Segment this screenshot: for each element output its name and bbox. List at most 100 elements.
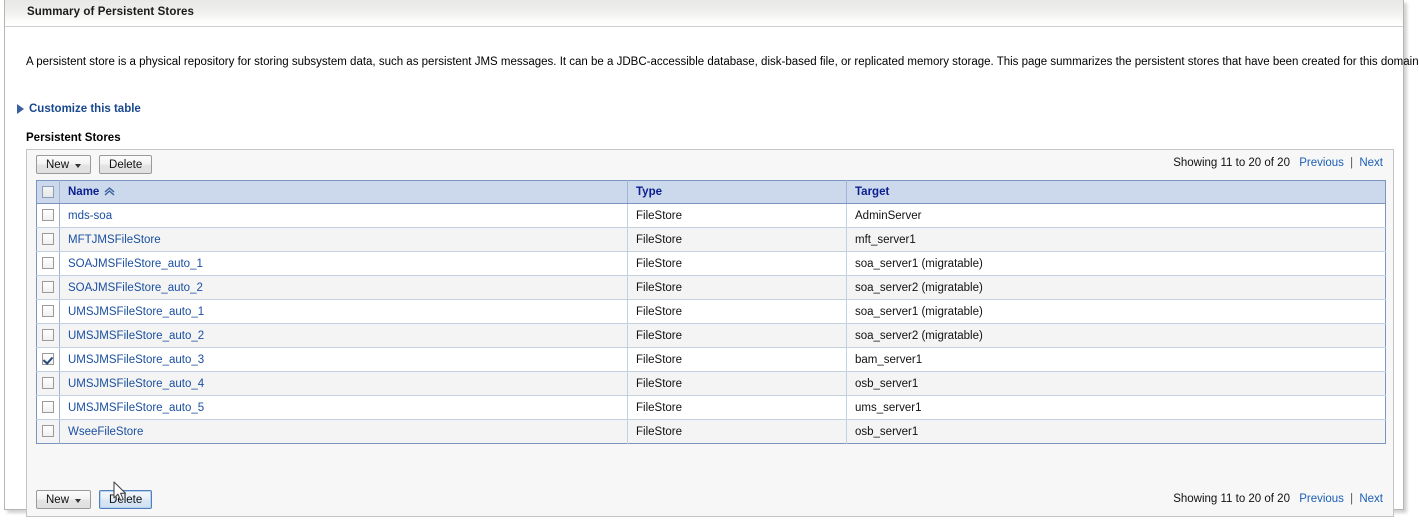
column-header-name[interactable]: Name: [59, 180, 628, 204]
cell-target: soa_server2 (migratable): [846, 275, 1386, 300]
cell-type: FileStore: [627, 323, 847, 348]
table-header-row: Name Type Target: [36, 180, 1386, 204]
store-name-link[interactable]: mds-soa: [68, 210, 112, 222]
bottom-toolbar: New Delete Showing 11 to 20 of 20 Previo…: [27, 484, 1393, 516]
pagination-separator-bottom: |: [1350, 493, 1354, 505]
row-select-cell: [36, 299, 60, 324]
persistent-stores-table: Name Type Target mds-soa FileStore AdminSe…: [36, 180, 1386, 444]
row-select-checkbox[interactable]: [42, 233, 54, 246]
store-name-link[interactable]: UMSJMSFileStore_auto_3: [68, 354, 204, 366]
row-select-cell: [36, 347, 60, 372]
store-name-link[interactable]: UMSJMSFileStore_auto_2: [68, 330, 204, 342]
select-all-header-cell: [36, 180, 60, 204]
column-header-type-label: Type: [636, 186, 662, 198]
column-header-target-label: Target: [855, 186, 890, 198]
customize-this-table-label[interactable]: Customize this table: [29, 103, 141, 115]
cell-target: soa_server1 (migratable): [846, 251, 1386, 276]
table-row: WseeFileStore FileStore osb_server1: [36, 419, 1386, 444]
next-link-top[interactable]: Next: [1359, 157, 1383, 169]
column-header-name-label: Name: [68, 186, 100, 198]
store-name-link[interactable]: SOAJMSFileStore_auto_1: [68, 258, 203, 270]
pagination-count-top: Showing 11 to 20 of 20: [1173, 157, 1290, 169]
cell-target: mft_server1: [846, 227, 1386, 252]
new-button-bottom-label: New: [46, 493, 70, 506]
window-titlebar: Summary of Persistent Stores: [5, 0, 1403, 27]
new-button-top-label: New: [46, 158, 70, 171]
cell-name: UMSJMSFileStore_auto_2: [59, 323, 628, 348]
column-header-type[interactable]: Type: [627, 180, 847, 204]
table-row: mds-soa FileStore AdminServer: [36, 203, 1386, 228]
table-body: mds-soa FileStore AdminServer MFTJMSFileSto…: [36, 203, 1386, 444]
row-select-checkbox[interactable]: [42, 425, 54, 438]
cell-type: FileStore: [627, 275, 847, 300]
row-select-checkbox[interactable]: [42, 257, 54, 270]
column-header-target[interactable]: Target: [846, 180, 1386, 204]
row-select-checkbox[interactable]: [42, 353, 54, 366]
pagination-count-bottom: Showing 11 to 20 of 20: [1173, 493, 1290, 505]
chevron-down-icon: [75, 163, 82, 168]
page-content: A persistent store is a physical reposit…: [5, 27, 1419, 517]
store-name-link[interactable]: UMSJMSFileStore_auto_1: [68, 306, 204, 318]
sort-ascending-icon: [104, 187, 115, 196]
store-name-link[interactable]: WseeFileStore: [68, 426, 143, 438]
store-name-link[interactable]: MFTJMSFileStore: [68, 234, 161, 246]
row-select-cell: [36, 275, 60, 300]
cell-target: soa_server2 (migratable): [846, 323, 1386, 348]
store-name-link[interactable]: UMSJMSFileStore_auto_5: [68, 402, 204, 414]
bottom-toolbar-buttons: New Delete: [36, 490, 153, 509]
delete-button-bottom[interactable]: Delete: [99, 490, 153, 509]
table-row: UMSJMSFileStore_auto_2 FileStore soa_serve…: [36, 323, 1386, 348]
delete-button-top[interactable]: Delete: [99, 155, 153, 174]
row-select-checkbox[interactable]: [42, 401, 54, 414]
pagination-separator-top: |: [1350, 157, 1354, 169]
new-button-bottom[interactable]: New: [36, 490, 92, 509]
intro-description: A persistent store is a physical reposit…: [26, 56, 1419, 68]
table-row: UMSJMSFileStore_auto_1 FileStore soa_serve…: [36, 299, 1386, 324]
cell-target: AdminServer: [846, 203, 1386, 228]
persistent-stores-window: Summary of Persistent Stores A persisten…: [4, 0, 1419, 517]
cell-name: MFTJMSFileStore: [59, 227, 628, 252]
delete-button-top-label: Delete: [109, 158, 143, 171]
table-row: MFTJMSFileStore FileStore mft_server1: [36, 227, 1386, 252]
previous-link-top[interactable]: Previous: [1299, 157, 1344, 169]
pagination-bottom: Showing 11 to 20 of 20 Previous | Next: [1173, 493, 1383, 505]
row-select-checkbox[interactable]: [42, 281, 54, 294]
row-select-cell: [36, 203, 60, 228]
table-row: UMSJMSFileStore_auto_3 FileStore bam_serve…: [36, 347, 1386, 372]
cell-target: ums_server1: [846, 395, 1386, 420]
store-name-link[interactable]: SOAJMSFileStore_auto_2: [68, 282, 203, 294]
cell-name: UMSJMSFileStore_auto_1: [59, 299, 628, 324]
cell-target: osb_server1: [846, 371, 1386, 396]
customize-this-table-toggle[interactable]: Customize this table: [17, 101, 141, 117]
delete-button-bottom-label: Delete: [109, 493, 143, 506]
cell-type: FileStore: [627, 371, 847, 396]
cell-name: UMSJMSFileStore_auto_4: [59, 371, 628, 396]
cell-type: FileStore: [627, 419, 847, 444]
cell-type: FileStore: [627, 347, 847, 372]
next-link-bottom[interactable]: Next: [1359, 493, 1383, 505]
table-row: SOAJMSFileStore_auto_1 FileStore soa_serve…: [36, 251, 1386, 276]
cell-name: UMSJMSFileStore_auto_5: [59, 395, 628, 420]
row-select-checkbox[interactable]: [42, 305, 54, 318]
row-select-checkbox[interactable]: [42, 377, 54, 390]
row-select-cell: [36, 323, 60, 348]
data-table-wrapper: Name Type Target mds-soa FileStore AdminSe…: [36, 180, 1386, 444]
store-name-link[interactable]: UMSJMSFileStore_auto_4: [68, 378, 204, 390]
cell-name: mds-soa: [59, 203, 628, 228]
table-row: UMSJMSFileStore_auto_4 FileStore osb_serve…: [36, 371, 1386, 396]
cell-target: bam_server1: [846, 347, 1386, 372]
pagination-top: Showing 11 to 20 of 20 Previous | Next: [1173, 157, 1383, 169]
select-all-checkbox[interactable]: [42, 185, 54, 198]
row-select-checkbox[interactable]: [42, 329, 54, 342]
new-button-top[interactable]: New: [36, 155, 92, 174]
table-header: Name Type Target: [36, 180, 1386, 204]
cell-type: FileStore: [627, 395, 847, 420]
table-row: UMSJMSFileStore_auto_5 FileStore ums_serve…: [36, 395, 1386, 420]
row-select-checkbox[interactable]: [42, 209, 54, 222]
row-select-cell: [36, 227, 60, 252]
top-toolbar-buttons: New Delete: [36, 155, 153, 174]
cell-type: FileStore: [627, 251, 847, 276]
row-select-cell: [36, 251, 60, 276]
cell-type: FileStore: [627, 227, 847, 252]
previous-link-bottom[interactable]: Previous: [1299, 493, 1344, 505]
